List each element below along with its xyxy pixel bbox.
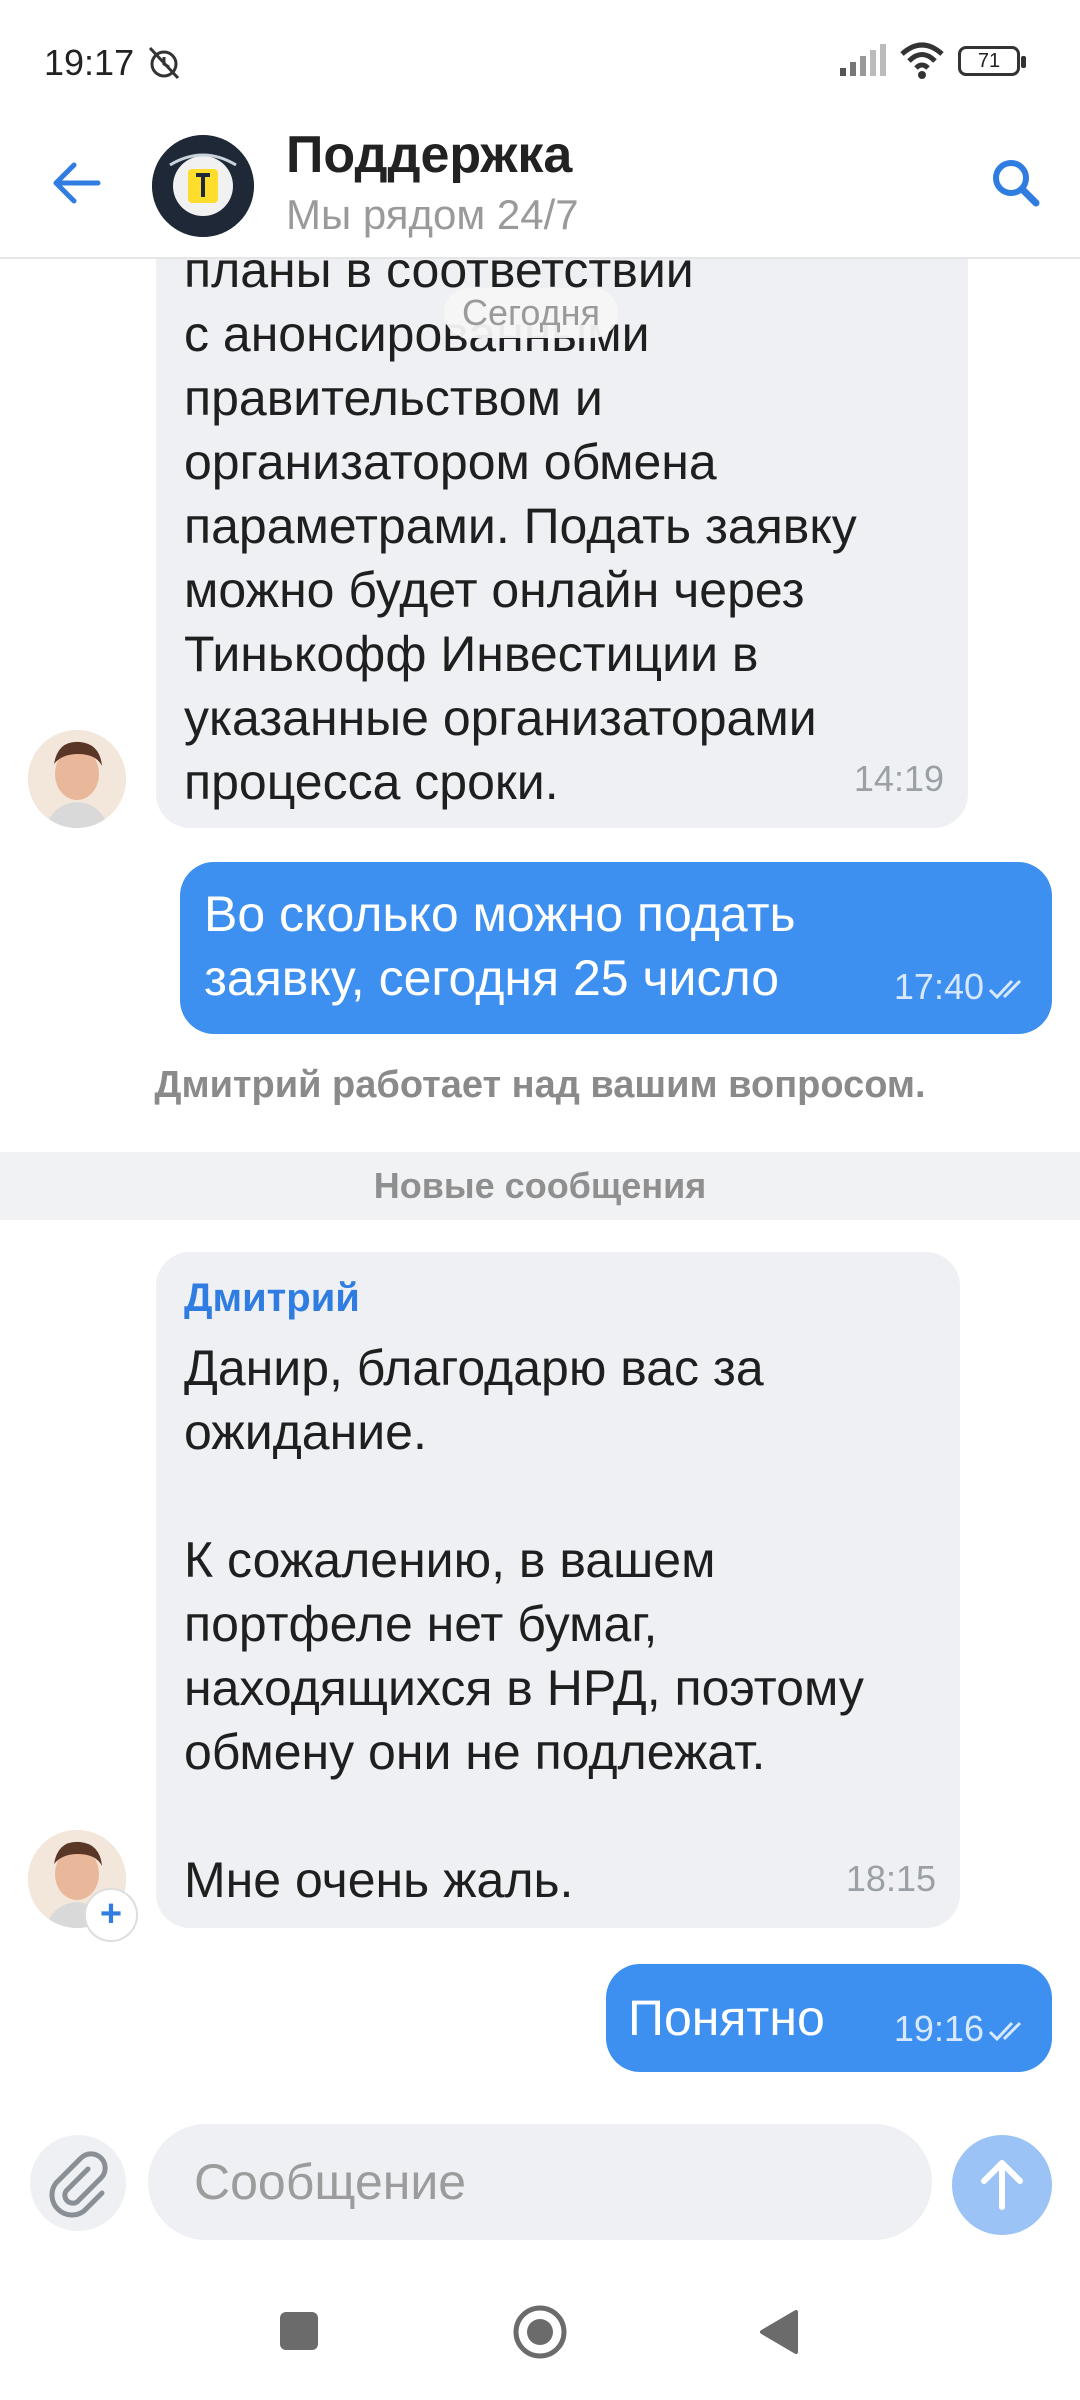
message-time: 19:16 xyxy=(893,2007,984,2049)
incoming-message[interactable]: планы в соответствии с анонсированными п… xyxy=(156,258,968,828)
status-bar: 19:17 71 xyxy=(0,0,1080,125)
rate-agent-plus-icon[interactable]: + xyxy=(84,1888,138,1942)
search-icon[interactable] xyxy=(986,153,1046,218)
new-messages-divider: Новые сообщения xyxy=(0,1152,1080,1220)
sender-name: Дмитрий xyxy=(184,1276,360,1320)
attach-icon[interactable] xyxy=(30,2135,126,2231)
home-icon[interactable] xyxy=(512,2304,568,2360)
message-text: планы в соответствии с анонсированными п… xyxy=(184,258,857,810)
message-time: 17:40 xyxy=(893,965,984,1007)
double-check-icon xyxy=(988,2010,1028,2052)
message-text: Понятно xyxy=(628,1990,825,2046)
wifi-icon xyxy=(898,40,946,85)
outgoing-message[interactable]: Во сколько можно подать заявку, сегодня … xyxy=(180,862,1052,1034)
battery-icon: 71 xyxy=(958,46,1026,76)
support-avatar[interactable] xyxy=(152,135,254,237)
chat-header: Поддержка Мы рядом 24/7 xyxy=(0,125,1080,259)
message-time-group: 17:40 xyxy=(894,966,1028,1010)
system-back-icon[interactable] xyxy=(756,2308,800,2361)
recent-apps-icon[interactable] xyxy=(280,2312,318,2350)
signal-icon xyxy=(840,44,888,81)
chat-area[interactable]: планы в соответствии с анонсированными п… xyxy=(0,258,1080,2108)
agent-avatar[interactable] xyxy=(28,730,126,828)
message-time-group: 19:16 xyxy=(894,2008,1028,2052)
message-time: 18:15 xyxy=(845,1858,936,1899)
alarm-off-icon xyxy=(144,42,184,87)
chat-subtitle: Мы рядом 24/7 xyxy=(286,191,579,238)
message-text: Данир, благодарю вас за ожидание. К сожа… xyxy=(184,1340,864,1908)
incoming-message[interactable]: Дмитрий Данир, благодарю вас за ожидание… xyxy=(156,1252,960,1928)
agent-status: Дмитрий работает над вашим вопросом. xyxy=(154,1064,926,1106)
message-time: 14:19 xyxy=(853,758,944,799)
status-time: 19:17 xyxy=(44,42,135,83)
system-nav-bar xyxy=(0,2280,1080,2400)
message-text: Во сколько можно подать заявку, сегодня … xyxy=(204,886,796,1006)
send-button[interactable] xyxy=(952,2135,1052,2235)
date-separator: Сегодня xyxy=(444,288,618,338)
chat-title: Поддержка xyxy=(286,126,573,184)
back-arrow-icon[interactable] xyxy=(48,155,104,216)
outgoing-message[interactable]: Понятно 19:16 xyxy=(606,1964,1052,2072)
double-check-icon xyxy=(988,968,1028,1010)
message-input[interactable] xyxy=(148,2124,932,2240)
